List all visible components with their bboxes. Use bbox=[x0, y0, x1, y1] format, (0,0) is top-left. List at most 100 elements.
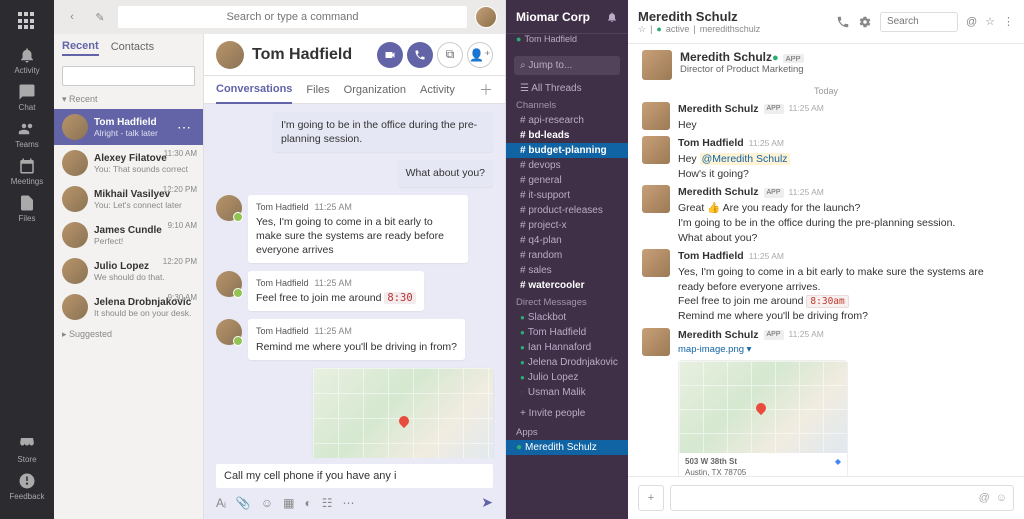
message-row: Tom Hadfield11:25 AMRemind me where you'… bbox=[216, 319, 493, 359]
rail-feedback[interactable]: Feedback bbox=[9, 472, 44, 501]
message-row: Tom Hadfield11:25 AMFeel free to join me… bbox=[216, 271, 493, 311]
dm-item[interactable]: ●Ian Hannaford bbox=[506, 340, 628, 355]
send-button[interactable]: ➤ bbox=[481, 494, 493, 511]
channel-search-input[interactable] bbox=[880, 12, 958, 32]
command-search-input[interactable] bbox=[118, 6, 467, 28]
channel-item[interactable]: # project-x bbox=[506, 218, 628, 233]
format-icon[interactable]: Aᵢ bbox=[216, 496, 226, 510]
mentions-icon[interactable]: @ bbox=[966, 16, 977, 28]
rail-activity[interactable]: Activity bbox=[11, 46, 43, 75]
channel-item[interactable]: # general bbox=[506, 173, 628, 188]
all-threads-link[interactable]: ☰ All Threads bbox=[506, 81, 628, 96]
chat-item[interactable]: Tom HadfieldAlright - talk later ⋯ bbox=[54, 109, 203, 145]
chat-item[interactable]: Julio LopezWe should do that. 12:20 PM bbox=[54, 253, 203, 289]
section-recent[interactable]: ▾ Recent bbox=[54, 90, 203, 109]
dm-item[interactable]: ●Julio Lopez bbox=[506, 370, 628, 385]
channel-item[interactable]: # random bbox=[506, 248, 628, 263]
dm-item[interactable]: ●Slackbot bbox=[506, 310, 628, 325]
teams-column: ‹ ✎ Recent Contacts ▾ Recent Tom Hadfiel… bbox=[54, 0, 506, 519]
add-tab-button[interactable]: ＋ bbox=[479, 80, 493, 100]
tab-recent[interactable]: Recent bbox=[62, 40, 99, 56]
slack-compose-bar: + @ ☺ bbox=[628, 476, 1024, 519]
channel-item[interactable]: # budget-planning bbox=[506, 143, 628, 158]
rail-chat[interactable]: Chat bbox=[11, 83, 43, 112]
jump-to-input[interactable]: ⌕ Jump to... bbox=[514, 56, 620, 75]
rail-store[interactable]: Store bbox=[9, 435, 44, 464]
channel-item[interactable]: # watercooler bbox=[506, 278, 628, 293]
messages-scroll[interactable]: I'm going to be in the office during the… bbox=[204, 104, 505, 458]
meeting-icon[interactable]: ☷ bbox=[322, 496, 333, 510]
emoji-icon[interactable]: ☺ bbox=[261, 496, 273, 510]
invite-people-link[interactable]: + Invite people bbox=[506, 406, 628, 421]
video-call-button[interactable] bbox=[377, 42, 403, 68]
me-avatar[interactable] bbox=[475, 6, 497, 28]
apps-header[interactable]: Apps bbox=[506, 421, 628, 440]
tab-conversations[interactable]: Conversations bbox=[216, 76, 292, 104]
star-view-icon[interactable]: ☆ bbox=[985, 15, 995, 28]
back-icon[interactable]: ‹ bbox=[62, 7, 82, 27]
section-suggested[interactable]: ▸ Suggested bbox=[54, 325, 203, 344]
rail-meetings[interactable]: Meetings bbox=[11, 157, 43, 186]
slack-message: Meredith SchulzAPP11:25 AMHey bbox=[642, 102, 1010, 132]
channels-header[interactable]: Channels bbox=[506, 96, 628, 113]
waffle-icon[interactable] bbox=[18, 12, 36, 30]
dm-item[interactable]: ○Usman Malik bbox=[506, 385, 628, 400]
chat-item[interactable]: Alexey FilatoveYou: That sounds correct … bbox=[54, 145, 203, 181]
chat-item[interactable]: Mikhail VasilyevYou: Let's connect later… bbox=[54, 181, 203, 217]
notifications-icon[interactable] bbox=[606, 11, 618, 23]
channel-item[interactable]: # it-support bbox=[506, 188, 628, 203]
message-row: Tom Hadfield11:25 AMYes, I'm going to co… bbox=[216, 195, 493, 264]
profile-summary: Meredith Schulz●APP Director of Product … bbox=[642, 50, 1010, 80]
slack-channel-pane: Meredith Schulz ☆ | ●active | meredithsc… bbox=[628, 0, 1024, 519]
channel-item[interactable]: # product-releases bbox=[506, 203, 628, 218]
channel-scroll[interactable]: Meredith Schulz●APP Director of Product … bbox=[628, 44, 1024, 476]
slack-org-header[interactable]: Miomar Corp bbox=[506, 0, 628, 34]
more-actions-icon[interactable]: ⋮ bbox=[1003, 15, 1014, 28]
my-message: What about you? bbox=[398, 160, 493, 186]
new-icon[interactable]: ✎ bbox=[90, 7, 110, 27]
rail-files[interactable]: Files bbox=[11, 194, 43, 223]
dm-item[interactable]: ●Jelena Drodnjakovic bbox=[506, 355, 628, 370]
channel-item[interactable]: # devops bbox=[506, 158, 628, 173]
chat-item[interactable]: James CundlePerfect! 9:10 AM bbox=[54, 217, 203, 253]
msg-avatar bbox=[642, 249, 670, 277]
compose-input[interactable]: Call my cell phone if you have any i bbox=[216, 464, 493, 488]
phone-icon[interactable] bbox=[836, 15, 850, 29]
slack-message: Meredith SchulzAPP11:25 AMmap-image.png … bbox=[642, 328, 1010, 476]
chat-item[interactable]: Jelena DrobnjakovicIt should be on your … bbox=[54, 289, 203, 325]
emoji-picker-icon[interactable]: ☺ bbox=[996, 492, 1007, 504]
tab-organization[interactable]: Organization bbox=[344, 76, 406, 104]
map-attachment[interactable]: 503 W 38th StAustin, TX 78705 bbox=[313, 368, 493, 458]
screenshare-button[interactable]: ⧉ bbox=[437, 42, 463, 68]
chatlist-filter-input[interactable] bbox=[62, 66, 195, 86]
audio-call-button[interactable] bbox=[407, 42, 433, 68]
my-message: I'm going to be in the office during the… bbox=[273, 112, 493, 152]
channel-item[interactable]: # q4-plan bbox=[506, 233, 628, 248]
gear-icon[interactable] bbox=[858, 15, 872, 29]
tab-contacts[interactable]: Contacts bbox=[111, 41, 154, 55]
app-item[interactable]: ●Meredith Schulz bbox=[506, 440, 628, 455]
tab-files[interactable]: Files bbox=[306, 76, 329, 104]
map-attachment[interactable]: 503 W 38th StAustin, TX 78705◆ bbox=[678, 360, 848, 476]
sticker-icon[interactable]: ◐ bbox=[304, 496, 311, 510]
tab-activity[interactable]: Activity bbox=[420, 76, 455, 104]
slack-message-input[interactable]: @ ☺ bbox=[670, 485, 1014, 511]
channel-item[interactable]: # api-research bbox=[506, 113, 628, 128]
more-icon[interactable]: ⋯ bbox=[342, 496, 354, 510]
star-icon[interactable]: ☆ bbox=[638, 24, 646, 35]
attach-icon[interactable]: 📎 bbox=[236, 496, 251, 510]
sender-avatar bbox=[216, 195, 242, 221]
mention-icon[interactable]: @ bbox=[979, 492, 990, 504]
msg-avatar bbox=[642, 185, 670, 213]
rail-teams[interactable]: Teams bbox=[11, 120, 43, 149]
gif-icon[interactable]: ▦ bbox=[283, 496, 294, 510]
map-pin-icon bbox=[397, 414, 411, 428]
channel-item[interactable]: # sales bbox=[506, 263, 628, 278]
conversation-tabs: Conversations Files Organization Activit… bbox=[204, 76, 505, 104]
compose-plus-button[interactable]: + bbox=[638, 485, 664, 511]
teams-app-rail: Activity Chat Teams Meetings Files Store Feed… bbox=[0, 0, 54, 519]
dms-header[interactable]: Direct Messages bbox=[506, 293, 628, 310]
channel-item[interactable]: # bd-leads bbox=[506, 128, 628, 143]
add-people-button[interactable]: 👤⁺ bbox=[467, 42, 493, 68]
dm-item[interactable]: ●Tom Hadfield bbox=[506, 325, 628, 340]
